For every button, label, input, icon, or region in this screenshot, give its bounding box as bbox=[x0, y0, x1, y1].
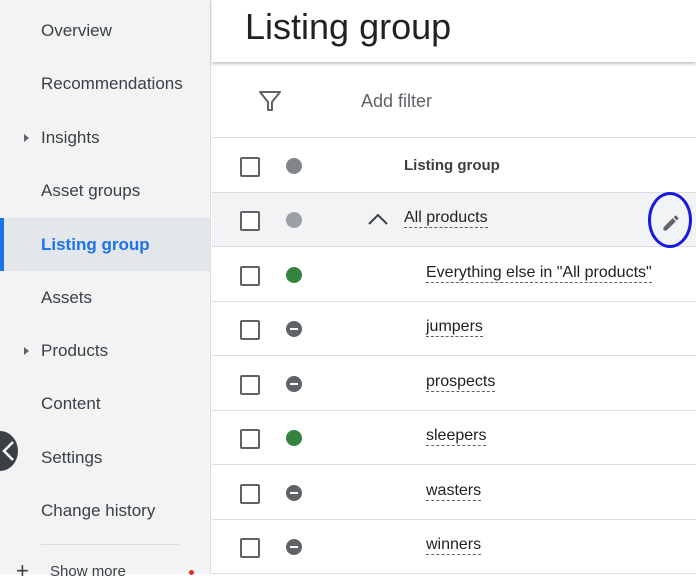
sidebar-item-label: Products bbox=[41, 340, 109, 360]
show-more-label: Show more bbox=[50, 562, 126, 580]
listing-group-link[interactable]: All products bbox=[404, 209, 488, 228]
sidebar-item-label: Content bbox=[41, 393, 101, 413]
annotation-circle bbox=[648, 192, 692, 248]
table-row: prospects bbox=[212, 357, 696, 411]
row-checkbox[interactable] bbox=[240, 538, 260, 558]
sidebar-item-label: Change history bbox=[41, 500, 156, 520]
excluded-status-icon bbox=[286, 376, 302, 392]
sidebar-item-overview[interactable]: Overview bbox=[0, 4, 210, 57]
table-row: Everything else in "All products" bbox=[212, 248, 696, 302]
sidebar-item-label: Listing group bbox=[41, 234, 150, 254]
add-filter-button[interactable]: Add filter bbox=[361, 91, 432, 112]
table-row: winners bbox=[212, 520, 696, 574]
select-all-checkbox[interactable] bbox=[240, 157, 260, 177]
listing-group-link[interactable]: winners bbox=[426, 536, 482, 555]
excluded-status-icon bbox=[286, 485, 302, 501]
sidebar-item-label: Assets bbox=[41, 287, 93, 307]
sidebar-item-label: Asset groups bbox=[41, 180, 141, 200]
chevron-left-icon bbox=[2, 441, 14, 461]
included-status-icon bbox=[286, 430, 302, 446]
listing-group-link[interactable]: Everything else in "All products" bbox=[426, 264, 652, 283]
listing-group-link[interactable]: jumpers bbox=[426, 318, 483, 337]
excluded-status-icon bbox=[286, 321, 302, 337]
status-column-icon bbox=[286, 158, 302, 174]
sidebar-item-assets[interactable]: Assets bbox=[0, 271, 210, 324]
sidebar-item-products[interactable]: Products bbox=[0, 324, 210, 377]
sidebar-item-label: Recommendations bbox=[41, 73, 183, 93]
status-icon bbox=[286, 212, 302, 228]
show-more-button[interactable]: + Show more bbox=[16, 560, 126, 582]
sidebar-item-change-history[interactable]: Change history bbox=[0, 484, 210, 537]
row-checkbox[interactable] bbox=[240, 266, 260, 286]
caret-right-icon bbox=[24, 133, 29, 142]
filter-funnel-icon[interactable] bbox=[258, 89, 282, 113]
sidebar-item-label: Overview bbox=[41, 20, 112, 40]
included-status-icon bbox=[286, 267, 302, 283]
sidebar-item-label: Insights bbox=[41, 127, 100, 147]
row-checkbox[interactable] bbox=[240, 429, 260, 449]
sidebar-item-content[interactable]: Content bbox=[0, 377, 210, 430]
sidebar-item-label: Settings bbox=[41, 447, 103, 467]
table-row: wasters bbox=[212, 466, 696, 520]
excluded-status-icon bbox=[286, 539, 302, 555]
row-checkbox[interactable] bbox=[240, 211, 260, 231]
row-checkbox[interactable] bbox=[240, 484, 260, 504]
listing-group-link[interactable]: wasters bbox=[426, 482, 482, 501]
sidebar-item-asset-groups[interactable]: Asset groups bbox=[0, 164, 210, 217]
sidebar-item-insights[interactable]: Insights bbox=[0, 111, 210, 164]
filter-bar: Add filter bbox=[212, 64, 696, 138]
caret-right-icon bbox=[24, 346, 29, 355]
listing-group-link[interactable]: sleepers bbox=[426, 427, 487, 446]
table-row: jumpers bbox=[212, 302, 696, 356]
table-header-row: Listing group bbox=[212, 139, 696, 193]
chevron-up-icon[interactable] bbox=[366, 209, 390, 229]
sidebar: Overview Recommendations Insights Asset … bbox=[0, 0, 211, 582]
listing-group-link[interactable]: prospects bbox=[426, 373, 496, 392]
sidebar-item-settings[interactable]: Settings bbox=[0, 431, 210, 484]
page-header: Listing group bbox=[212, 0, 696, 62]
plus-icon: + bbox=[16, 558, 29, 583]
sidebar-item-listing-group[interactable]: Listing group bbox=[0, 218, 210, 271]
row-checkbox[interactable] bbox=[240, 320, 260, 340]
sidebar-item-recommendations[interactable]: Recommendations bbox=[0, 57, 210, 110]
notification-dot bbox=[189, 570, 194, 575]
table-row-root: All products bbox=[212, 193, 696, 247]
sidebar-divider bbox=[41, 544, 179, 545]
row-checkbox[interactable] bbox=[240, 375, 260, 395]
column-header-listing-group[interactable]: Listing group bbox=[404, 157, 500, 174]
table-row: sleepers bbox=[212, 411, 696, 465]
page-title: Listing group bbox=[245, 6, 452, 47]
